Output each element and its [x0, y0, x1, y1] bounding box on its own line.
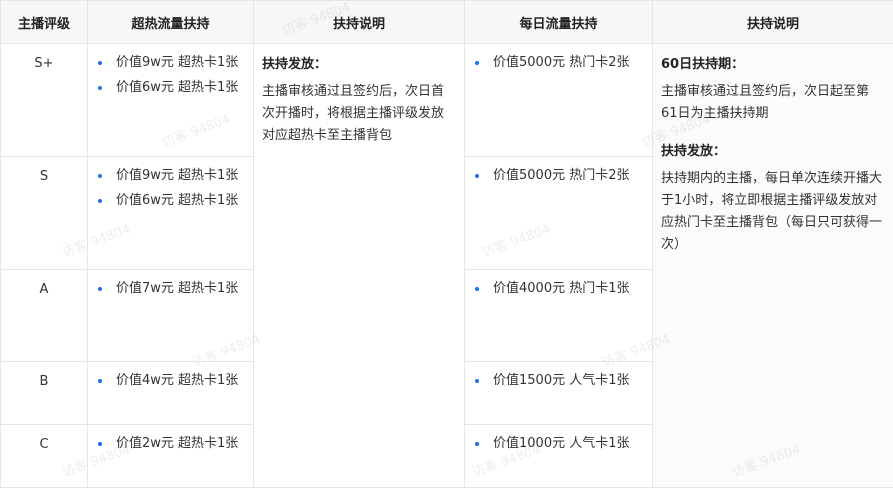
list-item: 价值9w元 超热卡1张: [116, 165, 253, 187]
daily-cell: 价值1500元 人气卡1张: [465, 362, 653, 425]
header-daily-support: 每日流量扶持: [465, 1, 653, 44]
list-item: 价值6w元 超热卡1张: [116, 190, 253, 212]
hot-cell: 价值9w元 超热卡1张 价值6w元 超热卡1张: [88, 44, 254, 157]
header-desc-1: 扶持说明: [254, 1, 465, 44]
grade-cell: S+: [1, 44, 88, 157]
daily-cell: 价值5000元 热门卡2张: [465, 44, 653, 157]
desc-cell-1: 扶持发放： 主播审核通过且签约后，次日首次开播时，将根据主播评级发放对应超热卡至…: [254, 44, 465, 488]
header-desc-2: 扶持说明: [653, 1, 893, 44]
hot-cell: 价值9w元 超热卡1张 价值6w元 超热卡1张: [88, 157, 254, 270]
desc2-title-2: 扶持发放：: [661, 141, 885, 163]
grade-cell: A: [1, 270, 88, 362]
desc2-title-1: 60日扶持期：: [661, 54, 885, 76]
list-item: 价值6w元 超热卡1张: [116, 77, 253, 99]
desc2-text-2: 扶持期内的主播，每日单次连续开播大于1小时，将立即根据主播评级发放对应热门卡至主…: [661, 168, 885, 256]
hot-cell: 价值2w元 超热卡1张: [88, 425, 254, 488]
desc-cell-2: 60日扶持期： 主播审核通过且签约后，次日起至第61日为主播扶持期 扶持发放： …: [653, 44, 893, 488]
grade-cell: B: [1, 362, 88, 425]
desc2-text-1: 主播审核通过且签约后，次日起至第61日为主播扶持期: [661, 81, 885, 125]
list-item: 价值4000元 热门卡1张: [493, 278, 652, 300]
table-row: S+ 价值9w元 超热卡1张 价值6w元 超热卡1张 扶持发放： 主播审核通过且…: [1, 44, 893, 157]
support-table: 主播评级 超热流量扶持 扶持说明 每日流量扶持 扶持说明 S+ 价值9w元 超热…: [0, 0, 893, 488]
daily-cell: 价值5000元 热门卡2张: [465, 157, 653, 270]
grade-cell: S: [1, 157, 88, 270]
list-item: 价值5000元 热门卡2张: [493, 52, 652, 74]
list-item: 价值9w元 超热卡1张: [116, 52, 253, 74]
header-hot-support: 超热流量扶持: [88, 1, 254, 44]
hot-cell: 价值7w元 超热卡1张: [88, 270, 254, 362]
daily-cell: 价值1000元 人气卡1张: [465, 425, 653, 488]
list-item: 价值1500元 人气卡1张: [493, 370, 652, 392]
list-item: 价值7w元 超热卡1张: [116, 278, 253, 300]
header-row: 主播评级 超热流量扶持 扶持说明 每日流量扶持 扶持说明: [1, 1, 893, 44]
grade-cell: C: [1, 425, 88, 488]
header-grade: 主播评级: [1, 1, 88, 44]
list-item: 价值1000元 人气卡1张: [493, 433, 652, 455]
list-item: 价值5000元 热门卡2张: [493, 165, 652, 187]
list-item: 价值2w元 超热卡1张: [116, 433, 253, 455]
desc1-title: 扶持发放：: [262, 54, 456, 76]
hot-cell: 价值4w元 超热卡1张: [88, 362, 254, 425]
list-item: 价值4w元 超热卡1张: [116, 370, 253, 392]
daily-cell: 价值4000元 热门卡1张: [465, 270, 653, 362]
desc1-text: 主播审核通过且签约后，次日首次开播时，将根据主播评级发放对应超热卡至主播背包: [262, 81, 456, 147]
